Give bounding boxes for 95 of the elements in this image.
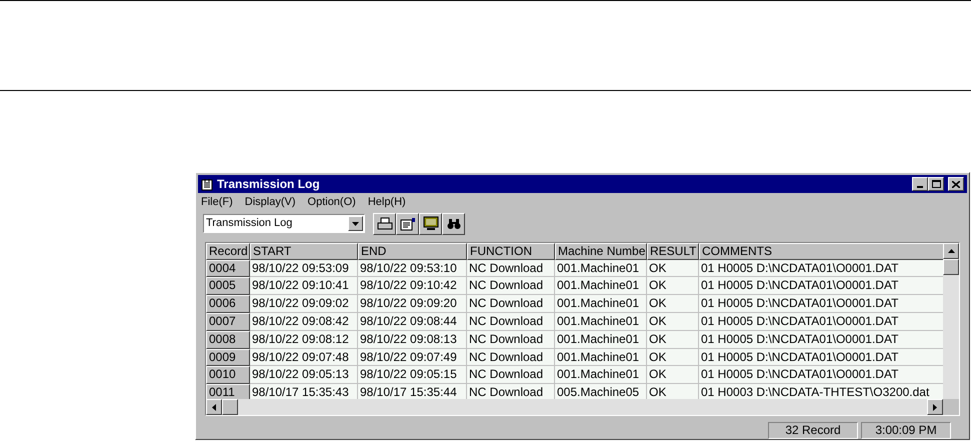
table-cell: 01 H0005 D:\NCDATA01\O0001.DAT [699,277,943,296]
scroll-up-button[interactable] [943,242,959,259]
column-header[interactable]: COMMENTS [699,242,943,260]
table-cell: 01 H0005 D:\NCDATA01\O0001.DAT [699,366,943,384]
close-button[interactable] [948,177,964,191]
up-arrow-icon [948,248,954,253]
table-cell: NC Download [467,366,555,384]
table-cell: 98/10/22 09:10:42 [358,277,467,296]
document-icon [400,216,416,231]
table-cell: 98/10/22 09:08:42 [250,312,358,331]
table-cell: 98/10/22 09:05:15 [358,366,467,384]
left-arrow-icon [212,404,216,410]
table-cell: 01 H0003 D:\NCDATA-THTEST\O3200.dat [699,384,943,399]
table-cell: 98/10/22 09:07:48 [250,348,358,366]
table-cell: OK [647,295,699,313]
close-icon [952,180,960,188]
caret-icon [352,222,359,226]
column-header[interactable]: FUNCTION [467,242,555,260]
table-cell: OK [647,260,699,278]
table-cell: NC Download [467,312,555,331]
table-cell: 98/10/22 09:07:49 [358,348,467,366]
table-cell: NC Download [467,348,555,366]
table-cell: OK [647,366,699,384]
table-cell: 98/10/22 09:08:13 [358,330,467,349]
scroll-thumb[interactable] [943,258,959,275]
table-cell: OK [647,330,699,349]
column-header[interactable]: Record [206,242,250,260]
table-cell: 98/10/22 09:08:44 [358,312,467,331]
table-cell: 98/10/22 09:10:41 [250,277,358,296]
column-header[interactable]: START [250,242,358,260]
table-cell: OK [647,277,699,296]
menu-item[interactable]: Display(V) [244,194,297,210]
row-header[interactable]: 0005 [206,277,250,296]
table-cell: OK [647,312,699,331]
table-cell: 01 H0005 D:\NCDATA01\O0001.DAT [699,312,943,331]
status-panel: 32 Record [768,422,858,439]
printer-icon [376,216,392,231]
row-header[interactable]: 0004 [206,260,250,278]
menu-item[interactable]: Help(H) [366,194,407,210]
menu-item[interactable]: Option(O) [306,194,357,210]
table-cell: OK [647,348,699,366]
row-header[interactable]: 0011 [206,384,250,399]
properties-button[interactable] [396,212,419,235]
column-header[interactable]: RESULT [647,242,699,260]
table-cell: OK [647,384,699,399]
maximize-button[interactable] [928,177,944,191]
table-cell: 001.Machine01 [555,277,647,296]
view-dropdown[interactable]: Transmission Log [203,214,365,234]
table-cell: 01 H0005 D:\NCDATA01\O0001.DAT [699,295,943,313]
row-header[interactable]: 0009 [206,348,250,366]
table-cell: 01 H0005 D:\NCDATA01\O0001.DAT [699,330,943,349]
scroll-right-button[interactable] [927,399,943,415]
scroll-thumb[interactable] [222,399,238,415]
table-cell: NC Download [467,277,555,296]
app-icon [201,178,213,190]
scroll-left-button[interactable] [206,399,222,415]
table-cell: NC Download [467,384,555,399]
table-cell: NC Download [467,295,555,313]
table-cell: 98/10/22 09:08:12 [250,330,358,349]
status-panel: 3:00:09 PM [861,422,951,439]
search-button[interactable] [442,212,465,235]
row-header[interactable]: 0010 [206,366,250,384]
table-cell: 98/10/22 09:53:09 [250,260,358,278]
table-cell: NC Download [467,260,555,278]
menu-item[interactable]: File(F) [200,194,234,210]
table-cell: 98/10/17 15:35:43 [250,384,358,399]
monitor-button[interactable] [419,212,442,235]
right-arrow-icon [933,404,937,410]
vertical-scrollbar[interactable] [943,242,959,399]
monitor-icon [422,216,438,232]
table-cell: 001.Machine01 [555,312,647,331]
table-cell: NC Download [467,330,555,349]
table-cell: 98/10/22 09:05:13 [250,366,358,384]
table-cell: 98/10/22 09:53:10 [358,260,467,278]
table-cell: 001.Machine01 [555,330,647,349]
table-cell: 98/10/22 09:09:02 [250,295,358,313]
table-cell: 98/10/17 15:35:44 [358,384,467,399]
table-cell: 001.Machine01 [555,295,647,313]
table-cell: 001.Machine01 [555,348,647,366]
table-cell: 001.Machine01 [555,260,647,278]
column-header[interactable]: END [358,242,467,260]
row-header[interactable]: 0006 [206,295,250,313]
table-cell: 005.Machine05 [555,384,647,399]
table-cell: 01 H0005 D:\NCDATA01\O0001.DAT [699,348,943,366]
table-cell: 98/10/22 09:09:20 [358,295,467,313]
horizontal-scrollbar[interactable] [206,399,943,415]
table-cell: 01 H0005 D:\NCDATA01\O0001.DAT [699,260,943,278]
column-header[interactable]: Machine Numbe [555,242,647,260]
window-title: Transmission Log [217,176,321,193]
minimize-button[interactable] [912,177,928,191]
table-cell: 001.Machine01 [555,366,647,384]
print-button[interactable] [373,212,396,235]
binoculars-icon [446,218,460,230]
row-header[interactable]: 0008 [206,330,250,349]
row-header[interactable]: 0007 [206,312,250,331]
